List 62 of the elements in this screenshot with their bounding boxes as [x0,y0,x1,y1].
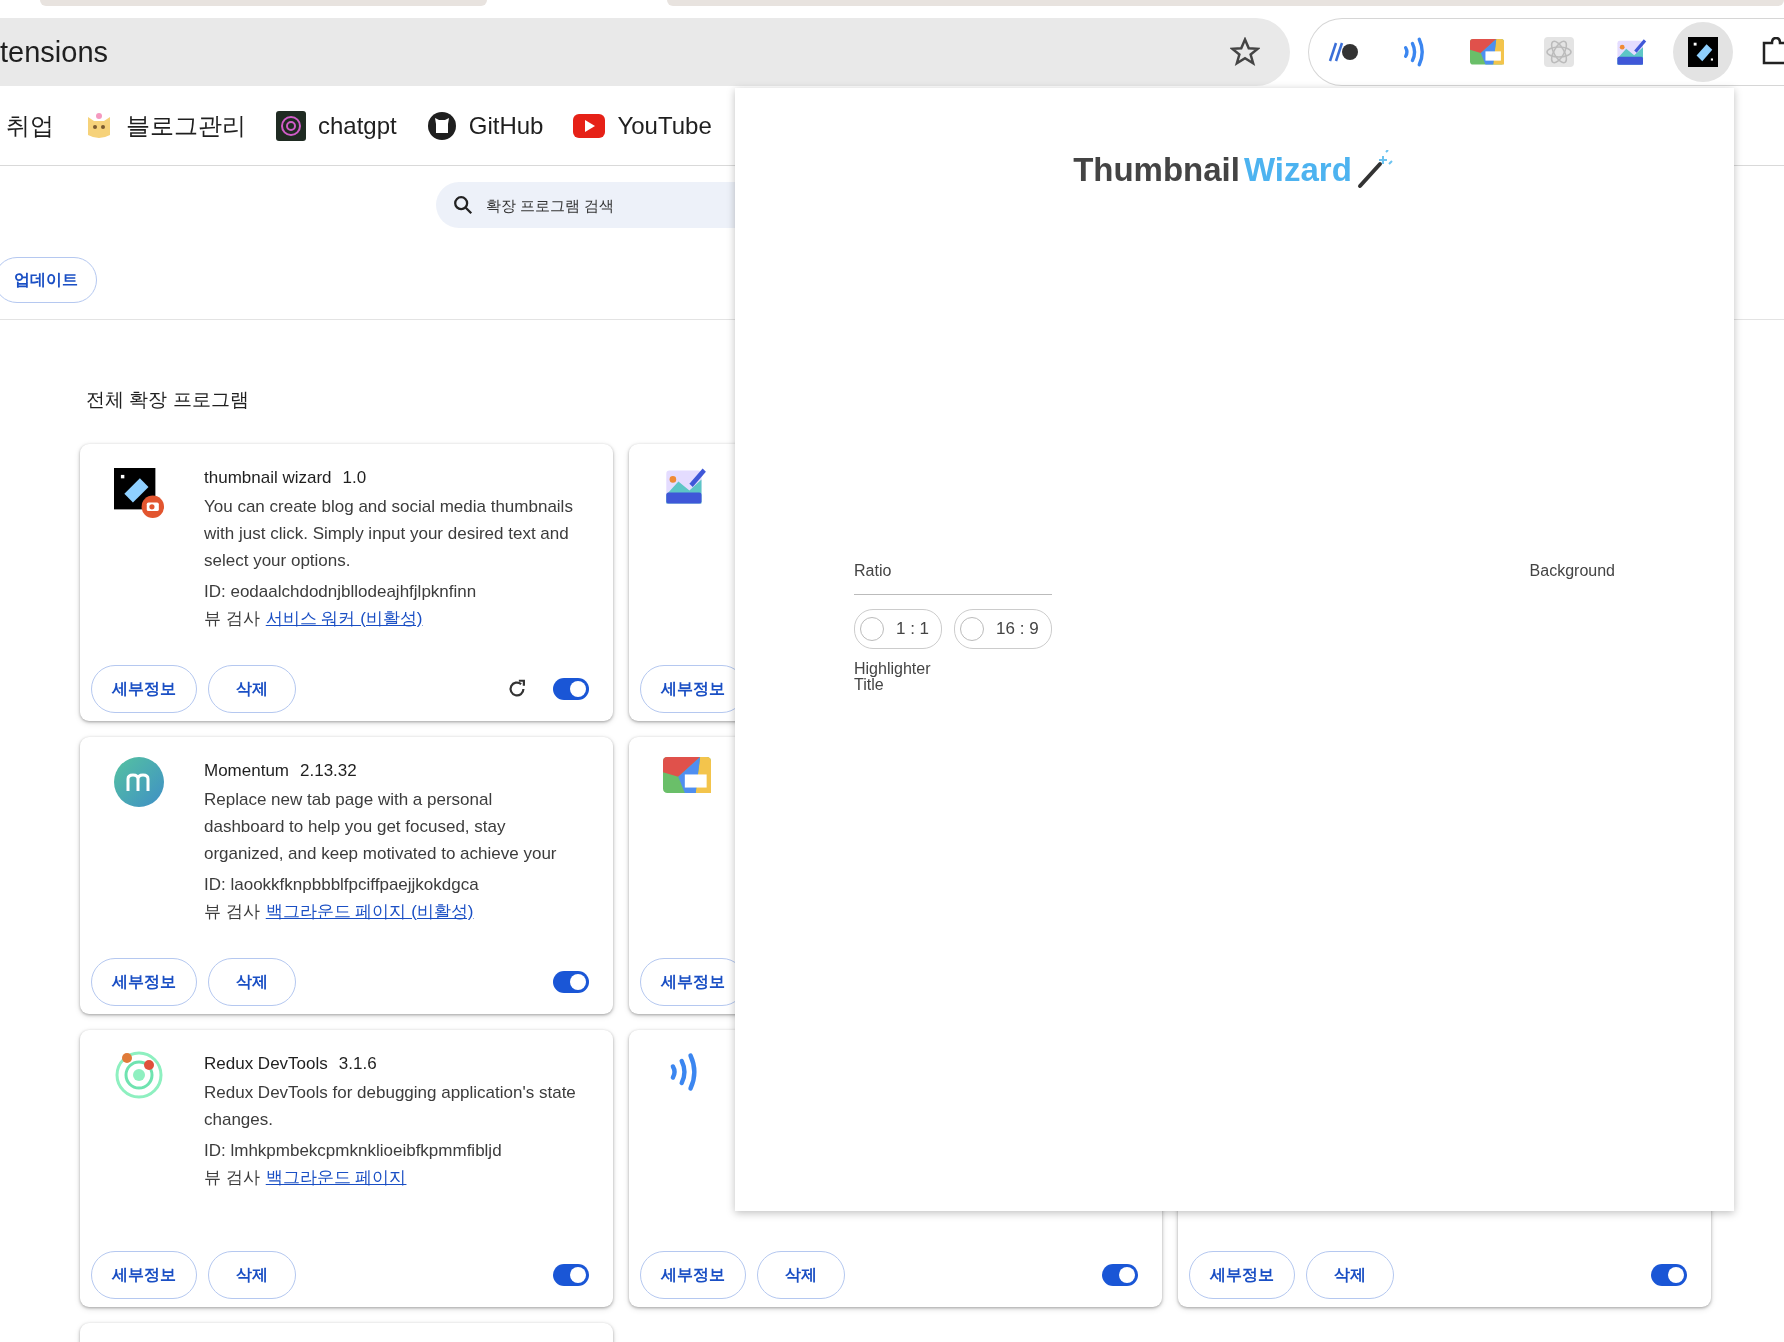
extension-description: You can create blog and social media thumbnails with just click. Simply input your desired text and select your options. [204,496,574,572]
details-button[interactable]: 세부정보 [91,958,197,1006]
extension-description: Replace new tab page with a personal dashboard to help you get focused, stay organized, and keep motivated to achieve your [204,789,558,865]
remove-button[interactable]: 삭제 [208,665,296,713]
bookmark-link[interactable]: YouTube [617,111,712,140]
sparkle-card-icon [1688,37,1718,67]
enable-toggle[interactable] [1102,1264,1138,1286]
search-input[interactable]: 확장 프로그램 검색 [484,195,788,215]
play-icon [573,113,606,138]
inspect-link[interactable]: 백그라운드 페이지 (비활성) [265,898,474,925]
ratio-option[interactable]: 16 : 9 [954,609,1052,649]
remove-button[interactable]: 삭제 [208,1251,296,1299]
bookmark-link[interactable]: 취업 [6,109,54,142]
ratio-label: Ratio [854,562,893,580]
inspect-views-label: 뷰 검사 [204,1167,260,1189]
remove-button[interactable]: 삭제 [208,958,296,1006]
extension-id: ID: eodaalchdodnjbllodeajhfjlpknfinn [204,581,478,603]
field-label: Highlighter [854,661,932,677]
remove-button[interactable]: 삭제 [1306,1251,1394,1299]
extension-id: ID: lmhkpmbekcpmknklioeibfkpmmfibljd [204,1140,503,1162]
update-button[interactable]: 업데이트 [0,257,97,303]
colorful-card-icon [663,757,711,793]
popup-title: Thumbnail [1073,151,1240,189]
colorful-card-icon [1470,39,1504,65]
section-title: 전체 확장 프로그램 [86,388,250,412]
field-label: Title [854,677,884,693]
magic-wand-icon [1355,150,1396,190]
details-button[interactable]: 세부정보 [91,1251,197,1299]
inspect-views-label: 뷰 검사 [204,901,260,923]
extension-version: 3.1.6 [338,1053,377,1075]
search-icon [452,194,474,216]
atom-icon [1544,37,1574,67]
inspect-link[interactable]: 서비스 워커 (비활성) [265,605,423,632]
address-text: tensions [0,35,108,69]
remove-button[interactable]: 삭제 [757,1251,845,1299]
inspect-link[interactable]: 백그라운드 페이지 [265,1164,407,1191]
extension-version: 2.13.32 [300,760,357,782]
details-button[interactable]: 세부정보 [91,665,197,713]
enable-toggle[interactable] [1651,1264,1687,1286]
extension-name: Momentum [204,760,290,782]
letter-circle-icon [114,757,164,807]
extension-name: thumbnail wizard [204,467,332,489]
extension-version: 1.0 [342,467,367,489]
enable-toggle[interactable] [553,1264,589,1286]
bookmark-link[interactable]: 블로그관리 [126,109,246,142]
extension-description: Redux DevTools for debugging application's state changes. [204,1082,576,1131]
inspect-views-label: 뷰 검사 [204,608,260,630]
extension-id: ID: laookkfknpbbblfpciffpaejjkokdgca [204,874,480,896]
background-label: Background [1529,562,1615,581]
address-bar[interactable]: tensions [0,18,1290,86]
enable-toggle[interactable] [553,678,589,700]
enable-toggle[interactable] [553,971,589,993]
details-button[interactable]: 세부정보 [1189,1251,1295,1299]
popup-title-accent: Wizard [1243,151,1352,189]
details-button[interactable]: 세부정보 [640,1251,746,1299]
bookmark-link[interactable]: GitHub [468,111,544,140]
puzzle-icon [1760,37,1784,67]
extension-name: Redux DevTools [204,1053,328,1075]
ratio-option[interactable]: 1 : 1 [854,609,943,649]
target-icon [114,1050,164,1100]
bookmark-link[interactable]: chatgpt [318,111,397,140]
bookmark-star-icon[interactable] [1230,37,1260,67]
